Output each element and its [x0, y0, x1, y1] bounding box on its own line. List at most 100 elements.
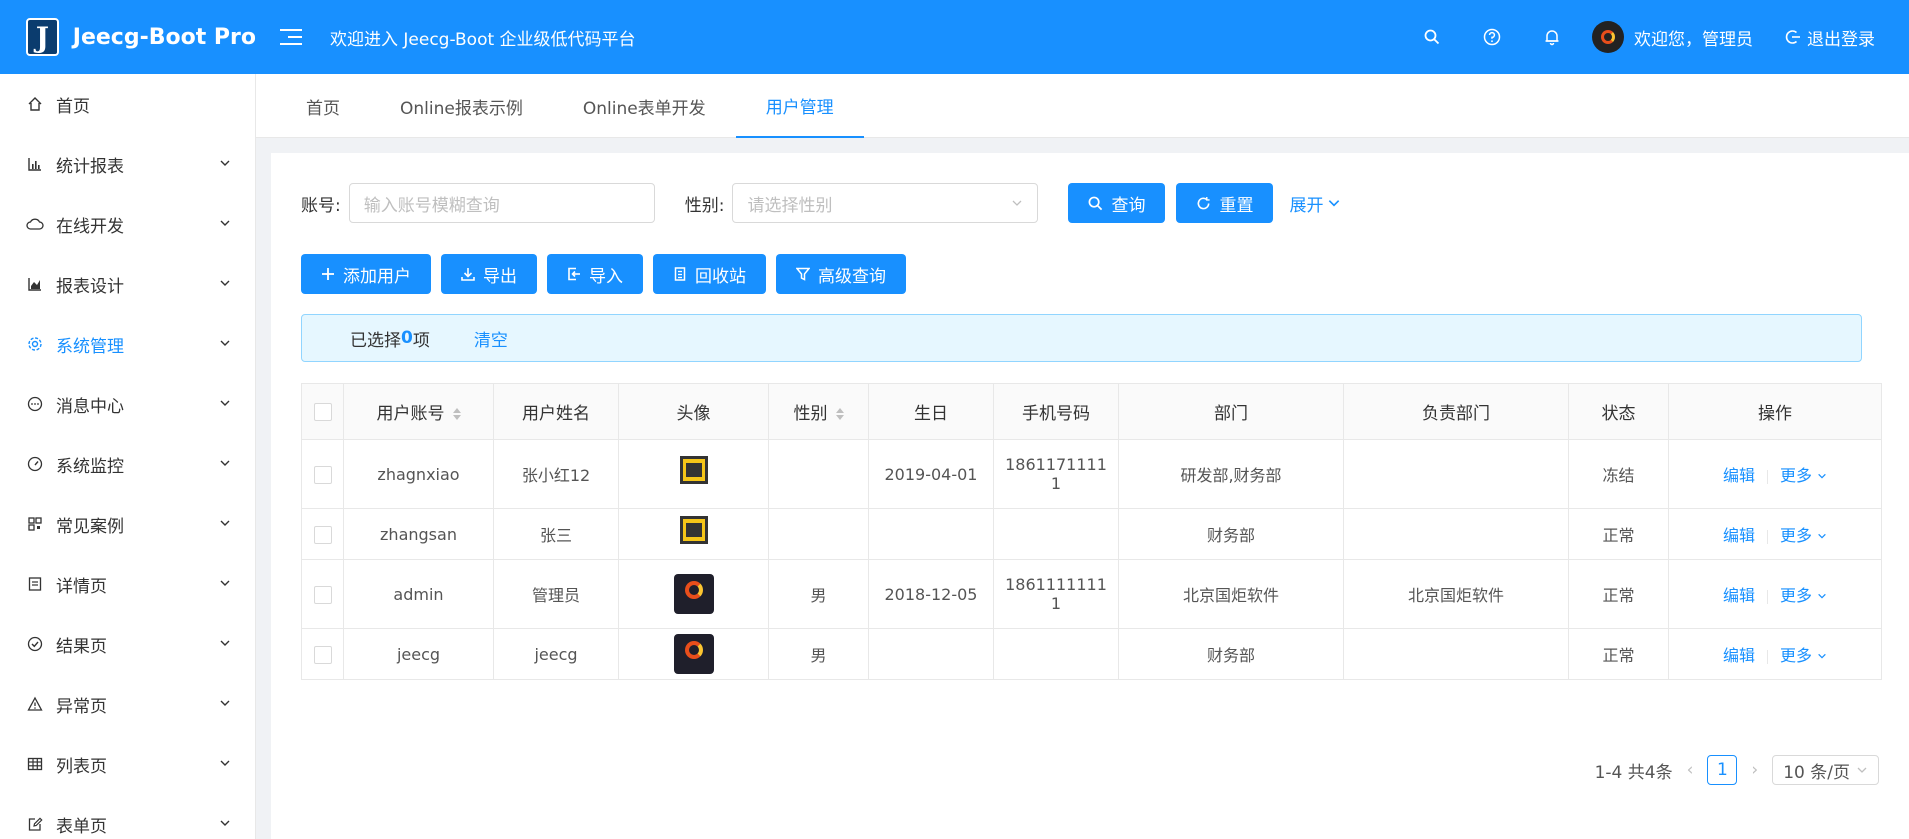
next-page-icon[interactable]: › — [1751, 760, 1758, 780]
select-all-checkbox[interactable] — [313, 402, 332, 421]
advanced-query-button[interactable]: 高级查询 — [776, 254, 906, 294]
sidebar-item-result[interactable]: 结果页 — [0, 614, 255, 674]
expand-label: 展开 — [1289, 195, 1324, 216]
tab-online-form[interactable]: Online表单开发 — [553, 74, 736, 138]
pagination: 1-4 共4条 ‹ 1 › 10 条/页 — [1595, 755, 1879, 785]
column-header-gender[interactable]: 性别 — [768, 383, 869, 440]
sidebar-item-home[interactable]: 首页 — [0, 74, 255, 134]
logout-button[interactable]: 退出登录 — [1785, 25, 1875, 50]
edit-link[interactable]: 编辑 — [1723, 586, 1755, 605]
edit-link[interactable]: 编辑 — [1723, 526, 1755, 545]
menu-fold-icon[interactable] — [280, 23, 308, 51]
sort-icon[interactable] — [452, 408, 461, 420]
more-dropdown[interactable]: 更多 — [1780, 526, 1827, 545]
page-size-select[interactable]: 10 条/页 — [1772, 755, 1879, 785]
logo[interactable]: J Jeecg-Boot Pro — [0, 0, 256, 74]
export-button[interactable]: 导出 — [441, 254, 537, 294]
cell-phone — [993, 628, 1119, 680]
logo-text: Jeecg-Boot Pro — [72, 24, 256, 50]
cell-birthday — [868, 628, 994, 680]
logo-mark-icon: J — [26, 18, 59, 56]
cell-phone — [993, 508, 1119, 560]
sidebar-item-exception[interactable]: 异常页 — [0, 674, 255, 734]
page-number-current[interactable]: 1 — [1707, 755, 1738, 785]
query-label: 查询 — [1111, 195, 1146, 216]
selection-suffix: 项 — [412, 330, 430, 351]
sidebar-item-system[interactable]: 系统管理 — [0, 314, 255, 374]
cell-avatar — [618, 508, 769, 560]
user-avatar-image[interactable] — [673, 514, 714, 554]
more-dropdown[interactable]: 更多 — [1780, 586, 1827, 605]
reset-button[interactable]: 重置 — [1176, 183, 1274, 223]
sidebar-item-monitor[interactable]: 系统监控 — [0, 434, 255, 494]
advanced-query-label: 高级查询 — [818, 266, 886, 287]
sidebar-item-label: 列表页 — [56, 756, 107, 777]
chevron-down-icon — [220, 160, 230, 166]
page-size-value: 10 条/页 — [1783, 762, 1850, 783]
cell-avatar — [618, 439, 769, 509]
cell-name: 管理员 — [493, 559, 619, 629]
user-menu[interactable]: 欢迎您，管理员 — [1592, 21, 1753, 53]
sidebar-item-messages[interactable]: 消息中心 — [0, 374, 255, 434]
sidebar-item-detail[interactable]: 详情页 — [0, 554, 255, 614]
more-dropdown[interactable]: 更多 — [1780, 646, 1827, 665]
home-icon — [26, 95, 44, 113]
more-dropdown[interactable]: 更多 — [1780, 466, 1827, 485]
sidebar-item-reports[interactable]: 统计报表 — [0, 134, 255, 194]
cell-actions: 编辑 更多 — [1668, 559, 1882, 629]
column-header-status: 状态 — [1568, 383, 1669, 440]
query-button[interactable]: 查询 — [1068, 183, 1166, 223]
tab-user-management[interactable]: 用户管理 — [735, 74, 864, 138]
account-search-input[interactable]: 输入账号模糊查询 — [348, 183, 655, 223]
column-header-account[interactable]: 用户账号 — [343, 383, 494, 440]
add-user-button[interactable]: 添加用户 — [301, 254, 431, 294]
sidebar-item-label: 结果页 — [56, 636, 107, 657]
row-checkbox[interactable] — [313, 645, 332, 664]
sidebar-item-list[interactable]: 列表页 — [0, 734, 255, 794]
bell-icon[interactable] — [1522, 0, 1582, 74]
cell-account: zhagnxiao — [343, 439, 494, 509]
cell-name: 张三 — [493, 508, 619, 560]
row-checkbox[interactable] — [313, 525, 332, 544]
select-all-cell — [301, 383, 344, 440]
column-header-department: 部门 — [1118, 383, 1344, 440]
cell-account: jeecg — [343, 628, 494, 680]
column-header-birthday: 生日 — [868, 383, 994, 440]
chevron-down-icon — [220, 820, 230, 826]
gender-select[interactable]: 请选择性别 — [732, 183, 1039, 223]
chevron-down-icon — [220, 640, 230, 646]
edit-link[interactable]: 编辑 — [1723, 466, 1755, 485]
help-icon[interactable] — [1462, 0, 1522, 74]
row-checkbox[interactable] — [313, 585, 332, 604]
cell-birthday: 2018-12-05 — [868, 559, 994, 629]
sidebar-item-form[interactable]: 表单页 — [0, 794, 255, 839]
sidebar-item-cases[interactable]: 常见案例 — [0, 494, 255, 554]
toolbar: 添加用户 导出 导入 回收站 高级查询 — [301, 254, 906, 294]
user-avatar-image[interactable] — [673, 574, 714, 614]
sort-icon[interactable] — [835, 408, 844, 420]
tab-online-report[interactable]: Online报表示例 — [370, 74, 553, 138]
user-avatar-image[interactable] — [673, 634, 714, 674]
recycle-bin-button[interactable]: 回收站 — [653, 254, 766, 294]
prev-page-icon[interactable]: ‹ — [1687, 760, 1694, 780]
edit-link[interactable]: 编辑 — [1723, 646, 1755, 665]
user-avatar-image[interactable] — [673, 454, 714, 494]
cell-name: jeecg — [493, 628, 619, 680]
import-button[interactable]: 导入 — [547, 254, 643, 294]
cell-department: 研发部,财务部 — [1118, 439, 1344, 509]
sidebar-item-label: 统计报表 — [56, 156, 124, 177]
clear-selection-link[interactable]: 清空 — [474, 326, 508, 351]
sidebar-item-report-design[interactable]: 报表设计 — [0, 254, 255, 314]
sidebar-item-online-dev[interactable]: 在线开发 — [0, 194, 255, 254]
cell-lead-department — [1343, 439, 1569, 509]
qrcode-icon — [26, 515, 44, 533]
tab-home[interactable]: 首页 — [276, 74, 370, 138]
table-icon — [26, 755, 44, 773]
chevron-down-icon — [220, 520, 230, 526]
search-icon[interactable] — [1402, 0, 1462, 74]
row-checkbox[interactable] — [313, 465, 332, 484]
reload-icon — [1198, 196, 1211, 209]
gender-select-placeholder: 请选择性别 — [747, 195, 833, 216]
expand-toggle[interactable]: 展开 — [1289, 191, 1341, 216]
sidebar-item-label: 系统监控 — [56, 456, 124, 477]
